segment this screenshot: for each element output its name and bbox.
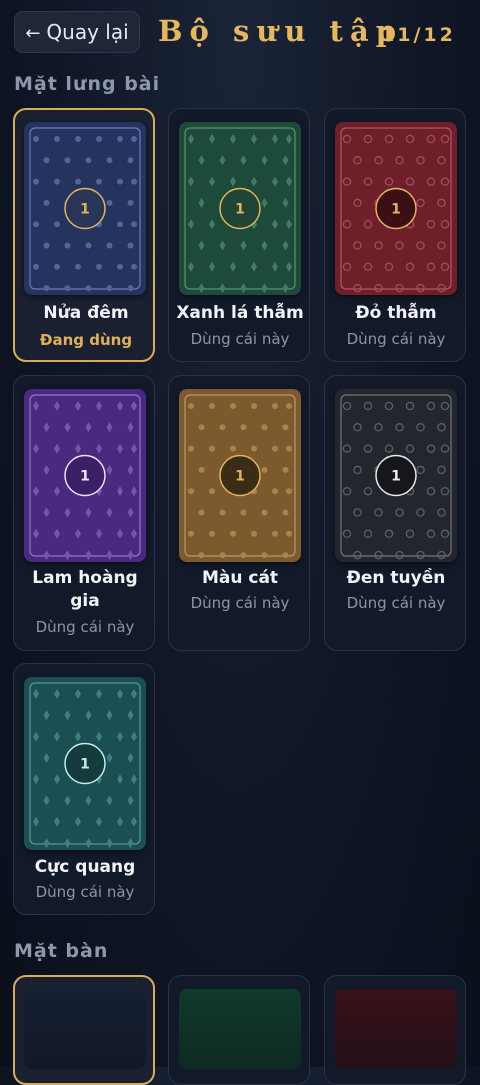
section-title-tables: Mặt bàn xyxy=(14,940,109,962)
card-back-name: Đen tuyền xyxy=(346,568,446,588)
back-arrow-icon: ← xyxy=(25,23,41,44)
card-back-name: Xanh lá thẫm xyxy=(176,303,304,323)
card-back-tile-lam-hoang-gia[interactable]: 1 Lam hoàng gia Dùng cái này xyxy=(13,375,155,651)
card-emblem-text: 1 xyxy=(80,469,90,485)
card-back-art: 1 xyxy=(29,682,141,849)
card-back-name: Cực quang xyxy=(34,857,136,877)
card-back-preview: 1 xyxy=(335,389,457,562)
card-emblem-text: 1 xyxy=(80,757,90,773)
collection-counter: 11/12 xyxy=(381,24,456,46)
card-back-tile-cuc-quang[interactable]: 1 Cực quang Dùng cái này xyxy=(13,663,155,915)
card-back-preview: 1 xyxy=(24,122,146,295)
card-back-art: 1 xyxy=(340,127,452,293)
page-title: Bộ sưu tập xyxy=(158,14,404,48)
card-back-tile-mau-cat[interactable]: 1 Màu cát Dùng cái này xyxy=(168,375,310,651)
card-back-art: 1 xyxy=(340,394,452,560)
use-this-button[interactable]: Dùng cái này xyxy=(173,330,307,348)
table-preview xyxy=(335,989,457,1069)
card-back-preview: 1 xyxy=(179,389,301,562)
table-tile-2[interactable] xyxy=(168,975,310,1085)
card-emblem-text: 1 xyxy=(80,202,90,218)
card-back-status: Đang dùng xyxy=(39,331,133,349)
use-this-button[interactable]: Dùng cái này xyxy=(18,883,152,901)
card-back-tile-nua-dem[interactable]: 1 Nửa đêm Đang dùng xyxy=(13,108,155,362)
card-back-tile-den-tuyen[interactable]: 1 Đen tuyền Dùng cái này xyxy=(324,375,466,651)
use-this-button[interactable]: Dùng cái này xyxy=(329,330,463,348)
card-emblem-text: 1 xyxy=(235,202,245,218)
card-back-tile-xanh-la-tham[interactable]: 1 Xanh lá thẫm Dùng cái này xyxy=(168,108,310,362)
card-back-art: 1 xyxy=(184,394,296,559)
card-back-preview: 1 xyxy=(179,122,301,295)
card-back-art: 1 xyxy=(29,394,141,561)
card-back-tile-do-tham[interactable]: 1 Đỏ thẫm Dùng cái này xyxy=(324,108,466,362)
card-back-name: Lam hoàng gia xyxy=(32,568,138,611)
card-back-art: 1 xyxy=(184,127,296,294)
table-preview xyxy=(24,989,146,1069)
card-back-preview: 1 xyxy=(24,677,146,850)
back-button-label: Quay lại xyxy=(46,20,129,44)
table-preview xyxy=(179,989,301,1069)
card-back-preview: 1 xyxy=(335,122,457,295)
card-back-art: 1 xyxy=(29,127,141,292)
use-this-button[interactable]: Dùng cái này xyxy=(18,618,152,636)
card-back-name: Đỏ thẫm xyxy=(355,303,437,323)
use-this-button[interactable]: Dùng cái này xyxy=(329,594,463,612)
back-button[interactable]: ← Quay lại xyxy=(14,11,140,53)
table-tile-3[interactable] xyxy=(324,975,466,1085)
use-this-button[interactable]: Dùng cái này xyxy=(173,594,307,612)
card-back-preview: 1 xyxy=(24,389,146,562)
card-emblem-text: 1 xyxy=(391,202,401,218)
card-back-name: Màu cát xyxy=(201,568,279,588)
card-emblem-text: 1 xyxy=(391,469,401,485)
section-title-card-backs: Mặt lưng bài xyxy=(14,73,161,95)
table-tile-1[interactable] xyxy=(13,975,155,1085)
card-emblem-text: 1 xyxy=(235,469,245,485)
top-bar: ← Quay lại Bộ sưu tập 11/12 xyxy=(0,0,480,68)
card-back-name: Nửa đêm xyxy=(43,303,129,323)
